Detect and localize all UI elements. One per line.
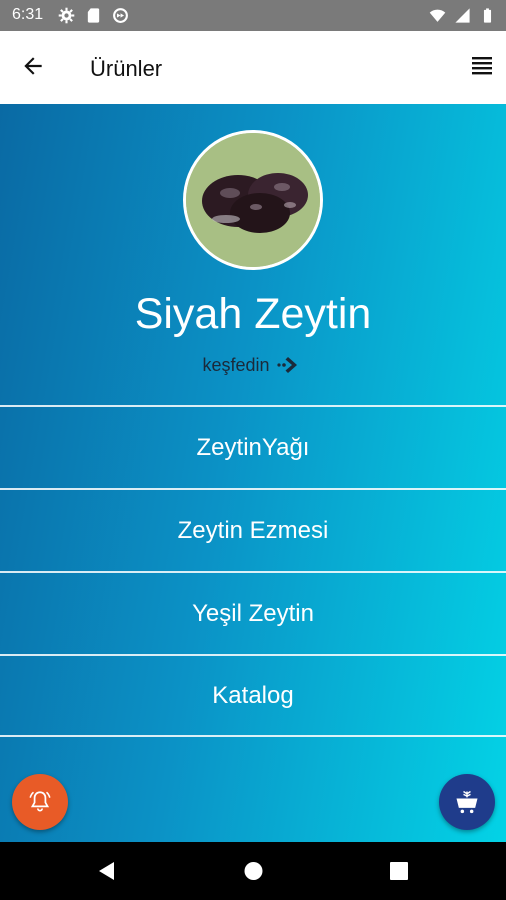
olive-image <box>186 133 320 267</box>
battery-icon <box>483 8 492 23</box>
sd-card-icon <box>87 8 100 23</box>
nav-back-icon[interactable] <box>96 860 116 882</box>
settings-icon <box>58 7 75 24</box>
signal-icon <box>455 8 470 23</box>
page-title: Ürünler <box>90 56 163 81</box>
nav-home-icon[interactable] <box>243 860 264 882</box>
menu-item-zeytin-ezmesi[interactable]: Zeytin Ezmesi <box>0 488 506 571</box>
menu-item-zeytinyagi[interactable]: ZeytinYağı <box>0 405 506 488</box>
cart-icon <box>456 790 478 814</box>
app-bar: Ürünler <box>0 31 506 105</box>
product-image <box>183 130 323 270</box>
menu-list: ZeytinYağı Zeytin Ezmesi Yeşil Zeytin Ka… <box>0 405 506 737</box>
cart-button[interactable] <box>439 774 495 830</box>
notification-button[interactable] <box>12 774 68 830</box>
main-content: Siyah Zeytin keşfedin ZeytinYağı Zeytin … <box>0 104 506 842</box>
explore-link[interactable]: keşfedin <box>0 354 506 376</box>
explore-label: keşfedin <box>202 354 270 375</box>
menu-item-katalog[interactable]: Katalog <box>0 654 506 737</box>
bell-icon <box>29 791 51 812</box>
status-right-icons <box>429 7 496 24</box>
sync-icon <box>113 8 128 23</box>
menu-icon[interactable] <box>470 53 494 79</box>
status-bar: 6:31 <box>0 0 506 31</box>
system-nav-bar <box>0 842 506 900</box>
status-time: 6:31 <box>12 6 44 23</box>
arrow-right-icon <box>276 357 297 373</box>
product-title: Siyah Zeytin <box>134 290 372 338</box>
wifi-icon <box>429 9 446 22</box>
back-arrow-icon[interactable] <box>20 53 46 79</box>
status-left-icons <box>58 7 129 24</box>
menu-item-yesil-zeytin[interactable]: Yeşil Zeytin <box>0 571 506 654</box>
nav-recents-icon[interactable] <box>389 860 409 882</box>
